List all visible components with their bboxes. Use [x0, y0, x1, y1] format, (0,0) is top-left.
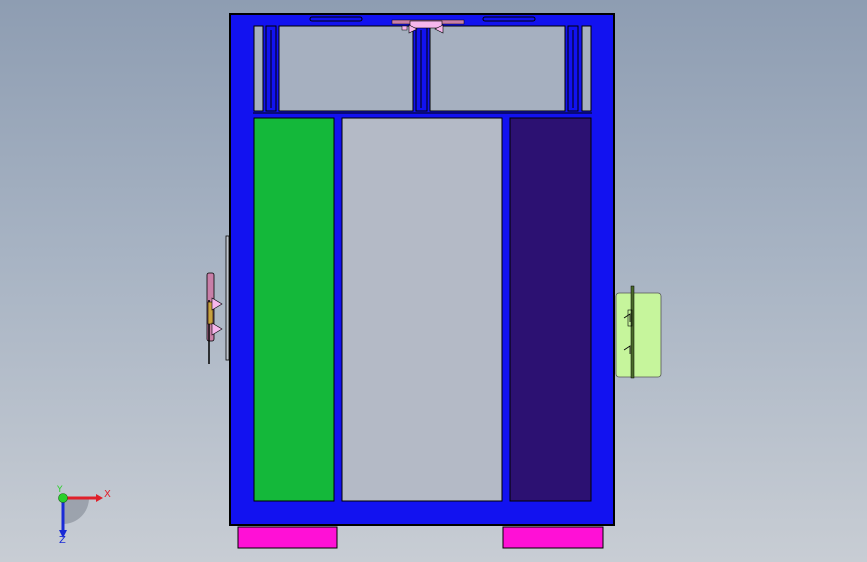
- panel-purple: [509, 117, 592, 502]
- left-arrow-lower: [211, 322, 223, 336]
- panel-gray: [341, 117, 503, 502]
- z-axis-label: Z: [59, 535, 66, 546]
- y-axis-label: Y: [56, 485, 63, 495]
- left-hinge-strip: [225, 235, 230, 361]
- left-foot: [237, 526, 338, 549]
- top-opening-far-left: [253, 25, 264, 112]
- model-canvas[interactable]: X Y Z: [0, 0, 867, 562]
- top-latch-plate: [409, 20, 443, 29]
- x-axis-label: X: [104, 489, 111, 500]
- top-opening-far-right: [581, 25, 592, 112]
- top-slot-right: [482, 16, 536, 22]
- cad-viewport[interactable]: X Y Z: [0, 0, 867, 562]
- top-slot-left: [309, 16, 363, 22]
- left-arrow-upper: [211, 297, 223, 311]
- panel-green: [253, 117, 335, 502]
- right-side-hinge: [630, 285, 635, 379]
- top-opening-right: [429, 25, 566, 112]
- axis-triad: X Y Z: [56, 485, 111, 546]
- right-side-box: [615, 292, 662, 378]
- right-foot: [502, 526, 604, 549]
- top-opening-left: [278, 25, 414, 112]
